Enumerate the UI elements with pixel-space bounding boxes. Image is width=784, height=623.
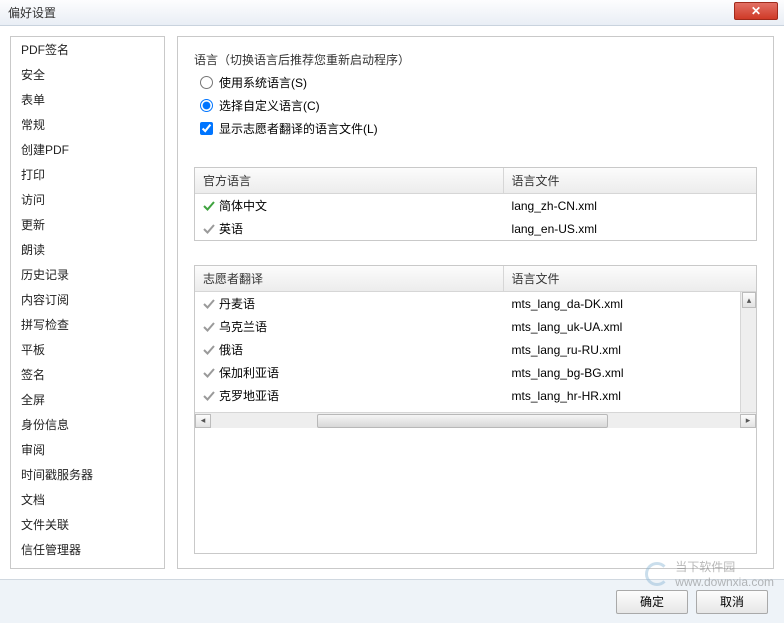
- ok-button[interactable]: 确定: [616, 590, 688, 614]
- official-language-table: 官方语言 语言文件 简体中文lang_zh-CN.xml英语lang_en-US…: [194, 167, 757, 241]
- sidebar-item[interactable]: 文件关联: [11, 512, 164, 537]
- official-table-body: 简体中文lang_zh-CN.xml英语lang_en-US.xml: [195, 194, 756, 240]
- check-icon: [203, 344, 215, 356]
- sidebar-item[interactable]: 签名: [11, 362, 164, 387]
- sidebar-item[interactable]: 平板: [11, 337, 164, 362]
- scroll-left-icon[interactable]: ◂: [195, 414, 211, 428]
- table-row[interactable]: 俄语mts_lang_ru-RU.xml: [195, 338, 756, 361]
- vertical-scrollbar[interactable]: ▴: [740, 292, 756, 412]
- check-icon: [203, 223, 215, 235]
- volunteer-header-lang[interactable]: 志愿者翻译: [195, 266, 504, 291]
- check-icon: [203, 200, 215, 212]
- sidebar-item[interactable]: 打印: [11, 162, 164, 187]
- table-row[interactable]: 丹麦语mts_lang_da-DK.xml: [195, 292, 756, 315]
- category-sidebar[interactable]: PDF签名安全表单常规创建PDF打印访问更新朗读历史记录内容订阅拼写检查平板签名…: [10, 36, 165, 569]
- sidebar-item[interactable]: 拼写检查: [11, 312, 164, 337]
- close-icon: ✕: [751, 4, 761, 18]
- official-table-header: 官方语言 语言文件: [195, 168, 756, 194]
- table-row[interactable]: 简体中文lang_zh-CN.xml: [195, 194, 756, 217]
- title-bar: 偏好设置 ✕: [0, 0, 784, 26]
- scroll-right-icon[interactable]: ▸: [740, 414, 756, 428]
- button-bar: 确定 取消: [0, 579, 784, 623]
- check-icon: [203, 321, 215, 333]
- check-icon: [203, 298, 215, 310]
- radio-custom-input[interactable]: [200, 99, 213, 112]
- dialog-body: PDF签名安全表单常规创建PDF打印访问更新朗读历史记录内容订阅拼写检查平板签名…: [0, 26, 784, 579]
- check-icon: [203, 390, 215, 402]
- sidebar-item[interactable]: 历史记录: [11, 262, 164, 287]
- radio-system-language[interactable]: 使用系统语言(S): [200, 74, 757, 91]
- sidebar-item[interactable]: 审阅: [11, 437, 164, 462]
- sidebar-item[interactable]: 朗读: [11, 237, 164, 262]
- language-panel: 语言（切换语言后推荐您重新启动程序） 使用系统语言(S) 选择自定义语言(C) …: [177, 36, 774, 569]
- group-title: 语言（切换语言后推荐您重新启动程序）: [194, 51, 757, 68]
- checkbox-show-volunteer[interactable]: 显示志愿者翻译的语言文件(L): [200, 120, 757, 137]
- scroll-track[interactable]: [211, 414, 740, 428]
- volunteer-table-header: 志愿者翻译 语言文件: [195, 266, 756, 292]
- official-header-lang[interactable]: 官方语言: [195, 168, 504, 193]
- table-row[interactable]: 乌克兰语mts_lang_uk-UA.xml: [195, 315, 756, 338]
- sidebar-item[interactable]: 更新: [11, 212, 164, 237]
- radio-system-input[interactable]: [200, 76, 213, 89]
- check-icon: [203, 367, 215, 379]
- volunteer-language-table: 志愿者翻译 语言文件 丹麦语mts_lang_da-DK.xml乌克兰语mts_…: [194, 265, 757, 554]
- radio-system-label: 使用系统语言(S): [219, 74, 307, 91]
- sidebar-item[interactable]: 信任管理器: [11, 537, 164, 562]
- sidebar-item[interactable]: 创建PDF: [11, 137, 164, 162]
- sidebar-item[interactable]: 表单: [11, 87, 164, 112]
- checkbox-show-volunteer-label: 显示志愿者翻译的语言文件(L): [219, 120, 378, 137]
- sidebar-item[interactable]: 访问: [11, 187, 164, 212]
- scroll-up-icon[interactable]: ▴: [742, 292, 756, 308]
- radio-custom-language[interactable]: 选择自定义语言(C): [200, 97, 757, 114]
- volunteer-table-body: 丹麦语mts_lang_da-DK.xml乌克兰语mts_lang_uk-UA.…: [195, 292, 756, 412]
- volunteer-header-file[interactable]: 语言文件: [504, 266, 756, 291]
- window-title: 偏好设置: [8, 4, 56, 21]
- checkbox-show-volunteer-input[interactable]: [200, 122, 213, 135]
- table-row[interactable]: 英语lang_en-US.xml: [195, 217, 756, 240]
- table-row[interactable]: 克罗地亚语mts_lang_hr-HR.xml: [195, 384, 756, 407]
- official-header-file[interactable]: 语言文件: [504, 168, 756, 193]
- table-row[interactable]: 保加利亚语mts_lang_bg-BG.xml: [195, 361, 756, 384]
- cancel-button[interactable]: 取消: [696, 590, 768, 614]
- sidebar-item[interactable]: 页面显示: [11, 562, 164, 569]
- sidebar-item[interactable]: PDF签名: [11, 37, 164, 62]
- scroll-thumb[interactable]: [317, 414, 608, 428]
- sidebar-item[interactable]: 时间戳服务器: [11, 462, 164, 487]
- horizontal-scrollbar[interactable]: ◂ ▸: [195, 412, 756, 428]
- sidebar-item[interactable]: 常规: [11, 112, 164, 137]
- sidebar-item[interactable]: 全屏: [11, 387, 164, 412]
- radio-custom-label: 选择自定义语言(C): [219, 97, 320, 114]
- sidebar-item[interactable]: 身份信息: [11, 412, 164, 437]
- sidebar-item[interactable]: 安全: [11, 62, 164, 87]
- close-button[interactable]: ✕: [734, 2, 778, 20]
- sidebar-item[interactable]: 内容订阅: [11, 287, 164, 312]
- sidebar-item[interactable]: 文档: [11, 487, 164, 512]
